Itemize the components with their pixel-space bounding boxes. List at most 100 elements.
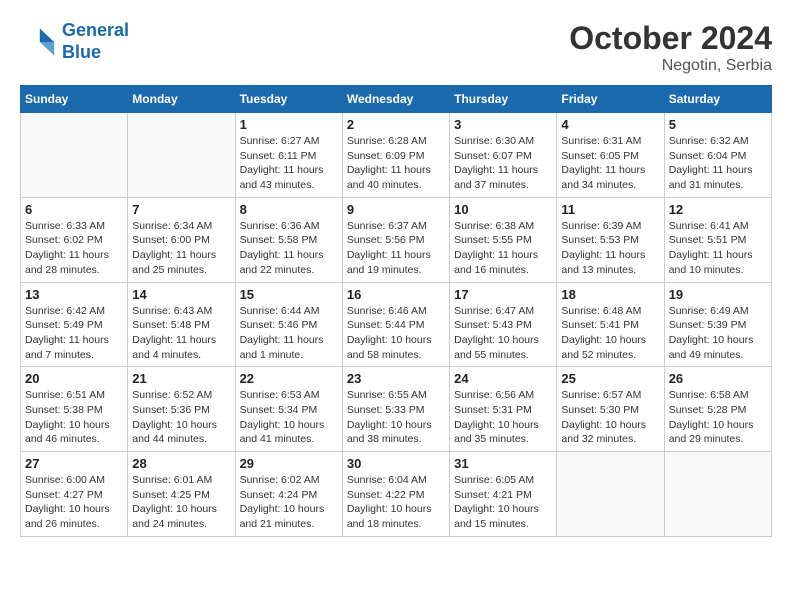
calendar-cell: 13 Sunrise: 6:42 AM Sunset: 5:49 PM Dayli… — [21, 282, 128, 367]
day-info: Sunrise: 6:04 AM Sunset: 4:22 PM Dayligh… — [347, 473, 445, 532]
day-info: Sunrise: 6:48 AM Sunset: 5:41 PM Dayligh… — [561, 304, 659, 363]
weekday-header: Tuesday — [235, 86, 342, 113]
calendar-cell — [21, 113, 128, 198]
calendar-cell: 17 Sunrise: 6:47 AM Sunset: 5:43 PM Dayli… — [450, 282, 557, 367]
day-number: 19 — [669, 287, 767, 302]
calendar-cell: 14 Sunrise: 6:43 AM Sunset: 5:48 PM Dayli… — [128, 282, 235, 367]
day-number: 27 — [25, 456, 123, 471]
day-number: 17 — [454, 287, 552, 302]
calendar-cell: 26 Sunrise: 6:58 AM Sunset: 5:28 PM Dayli… — [664, 367, 771, 452]
logo-icon — [20, 24, 56, 60]
day-info: Sunrise: 6:30 AM Sunset: 6:07 PM Dayligh… — [454, 134, 552, 193]
day-info: Sunrise: 6:47 AM Sunset: 5:43 PM Dayligh… — [454, 304, 552, 363]
day-info: Sunrise: 6:31 AM Sunset: 6:05 PM Dayligh… — [561, 134, 659, 193]
weekday-header: Sunday — [21, 86, 128, 113]
day-info: Sunrise: 6:58 AM Sunset: 5:28 PM Dayligh… — [669, 388, 767, 447]
day-number: 10 — [454, 202, 552, 217]
page-header: General Blue October 2024 Negotin, Serbi… — [20, 20, 772, 75]
day-info: Sunrise: 6:28 AM Sunset: 6:09 PM Dayligh… — [347, 134, 445, 193]
day-info: Sunrise: 6:53 AM Sunset: 5:34 PM Dayligh… — [240, 388, 338, 447]
day-number: 3 — [454, 117, 552, 132]
title-area: October 2024 Negotin, Serbia — [569, 20, 772, 75]
day-number: 29 — [240, 456, 338, 471]
calendar-cell: 23 Sunrise: 6:55 AM Sunset: 5:33 PM Dayli… — [342, 367, 449, 452]
calendar-cell: 27 Sunrise: 6:00 AM Sunset: 4:27 PM Dayli… — [21, 452, 128, 537]
calendar-cell: 2Sunrise: 6:28 AM Sunset: 6:09 PM Daylig… — [342, 113, 449, 198]
day-number: 1 — [240, 117, 338, 132]
calendar-cell — [664, 452, 771, 537]
weekday-header: Friday — [557, 86, 664, 113]
weekday-header: Saturday — [664, 86, 771, 113]
day-number: 12 — [669, 202, 767, 217]
day-info: Sunrise: 6:05 AM Sunset: 4:21 PM Dayligh… — [454, 473, 552, 532]
day-info: Sunrise: 6:43 AM Sunset: 5:48 PM Dayligh… — [132, 304, 230, 363]
day-info: Sunrise: 6:52 AM Sunset: 5:36 PM Dayligh… — [132, 388, 230, 447]
calendar-cell: 9Sunrise: 6:37 AM Sunset: 5:56 PM Daylig… — [342, 197, 449, 282]
day-info: Sunrise: 6:49 AM Sunset: 5:39 PM Dayligh… — [669, 304, 767, 363]
calendar-cell: 31 Sunrise: 6:05 AM Sunset: 4:21 PM Dayli… — [450, 452, 557, 537]
calendar-cell: 12 Sunrise: 6:41 AM Sunset: 5:51 PM Dayli… — [664, 197, 771, 282]
day-number: 4 — [561, 117, 659, 132]
calendar-cell: 28Sunrise: 6:01 AM Sunset: 4:25 PM Dayli… — [128, 452, 235, 537]
calendar-cell: 11Sunrise: 6:39 AM Sunset: 5:53 PM Dayli… — [557, 197, 664, 282]
day-number: 28 — [132, 456, 230, 471]
calendar-cell: 29 Sunrise: 6:02 AM Sunset: 4:24 PM Dayli… — [235, 452, 342, 537]
day-info: Sunrise: 6:27 AM Sunset: 6:11 PM Dayligh… — [240, 134, 338, 193]
calendar-cell: 24Sunrise: 6:56 AM Sunset: 5:31 PM Dayli… — [450, 367, 557, 452]
day-number: 13 — [25, 287, 123, 302]
logo-text: General Blue — [62, 20, 129, 63]
day-info: Sunrise: 6:38 AM Sunset: 5:55 PM Dayligh… — [454, 219, 552, 278]
day-info: Sunrise: 6:00 AM Sunset: 4:27 PM Dayligh… — [25, 473, 123, 532]
logo-line1: General — [62, 20, 129, 40]
day-info: Sunrise: 6:46 AM Sunset: 5:44 PM Dayligh… — [347, 304, 445, 363]
calendar-cell: 7 Sunrise: 6:34 AM Sunset: 6:00 PM Daylig… — [128, 197, 235, 282]
day-number: 26 — [669, 371, 767, 386]
calendar-cell — [128, 113, 235, 198]
calendar-cell — [557, 452, 664, 537]
calendar-cell: 19 Sunrise: 6:49 AM Sunset: 5:39 PM Dayli… — [664, 282, 771, 367]
day-info: Sunrise: 6:55 AM Sunset: 5:33 PM Dayligh… — [347, 388, 445, 447]
day-number: 23 — [347, 371, 445, 386]
day-number: 31 — [454, 456, 552, 471]
day-number: 22 — [240, 371, 338, 386]
logo: General Blue — [20, 20, 129, 63]
day-info: Sunrise: 6:33 AM Sunset: 6:02 PM Dayligh… — [25, 219, 123, 278]
calendar-cell: 25Sunrise: 6:57 AM Sunset: 5:30 PM Dayli… — [557, 367, 664, 452]
calendar-cell: 8 Sunrise: 6:36 AM Sunset: 5:58 PM Daylig… — [235, 197, 342, 282]
day-info: Sunrise: 6:36 AM Sunset: 5:58 PM Dayligh… — [240, 219, 338, 278]
day-info: Sunrise: 6:34 AM Sunset: 6:00 PM Dayligh… — [132, 219, 230, 278]
calendar-cell: 10 Sunrise: 6:38 AM Sunset: 5:55 PM Dayli… — [450, 197, 557, 282]
day-number: 16 — [347, 287, 445, 302]
day-info: Sunrise: 6:41 AM Sunset: 5:51 PM Dayligh… — [669, 219, 767, 278]
day-number: 7 — [132, 202, 230, 217]
calendar-week-row: 20 Sunrise: 6:51 AM Sunset: 5:38 PM Dayli… — [21, 367, 772, 452]
day-number: 6 — [25, 202, 123, 217]
day-number: 14 — [132, 287, 230, 302]
calendar-week-row: 1 Sunrise: 6:27 AM Sunset: 6:11 PM Daylig… — [21, 113, 772, 198]
day-info: Sunrise: 6:42 AM Sunset: 5:49 PM Dayligh… — [25, 304, 123, 363]
calendar-week-row: 13 Sunrise: 6:42 AM Sunset: 5:49 PM Dayli… — [21, 282, 772, 367]
weekday-header: Wednesday — [342, 86, 449, 113]
day-number: 30 — [347, 456, 445, 471]
calendar-cell: 20 Sunrise: 6:51 AM Sunset: 5:38 PM Dayli… — [21, 367, 128, 452]
calendar-cell: 15Sunrise: 6:44 AM Sunset: 5:46 PM Dayli… — [235, 282, 342, 367]
day-number: 11 — [561, 202, 659, 217]
weekday-header: Monday — [128, 86, 235, 113]
calendar-cell: 16 Sunrise: 6:46 AM Sunset: 5:44 PM Dayli… — [342, 282, 449, 367]
day-number: 8 — [240, 202, 338, 217]
day-number: 9 — [347, 202, 445, 217]
calendar-cell: 5Sunrise: 6:32 AM Sunset: 6:04 PM Daylig… — [664, 113, 771, 198]
calendar-cell: 1 Sunrise: 6:27 AM Sunset: 6:11 PM Daylig… — [235, 113, 342, 198]
day-number: 5 — [669, 117, 767, 132]
calendar: SundayMondayTuesdayWednesdayThursdayFrid… — [20, 85, 772, 537]
calendar-cell: 22 Sunrise: 6:53 AM Sunset: 5:34 PM Dayli… — [235, 367, 342, 452]
calendar-week-row: 27 Sunrise: 6:00 AM Sunset: 4:27 PM Dayli… — [21, 452, 772, 537]
day-number: 15 — [240, 287, 338, 302]
day-number: 20 — [25, 371, 123, 386]
calendar-cell: 18Sunrise: 6:48 AM Sunset: 5:41 PM Dayli… — [557, 282, 664, 367]
calendar-cell: 6 Sunrise: 6:33 AM Sunset: 6:02 PM Daylig… — [21, 197, 128, 282]
day-info: Sunrise: 6:51 AM Sunset: 5:38 PM Dayligh… — [25, 388, 123, 447]
calendar-cell: 30 Sunrise: 6:04 AM Sunset: 4:22 PM Dayli… — [342, 452, 449, 537]
day-info: Sunrise: 6:02 AM Sunset: 4:24 PM Dayligh… — [240, 473, 338, 532]
day-info: Sunrise: 6:57 AM Sunset: 5:30 PM Dayligh… — [561, 388, 659, 447]
